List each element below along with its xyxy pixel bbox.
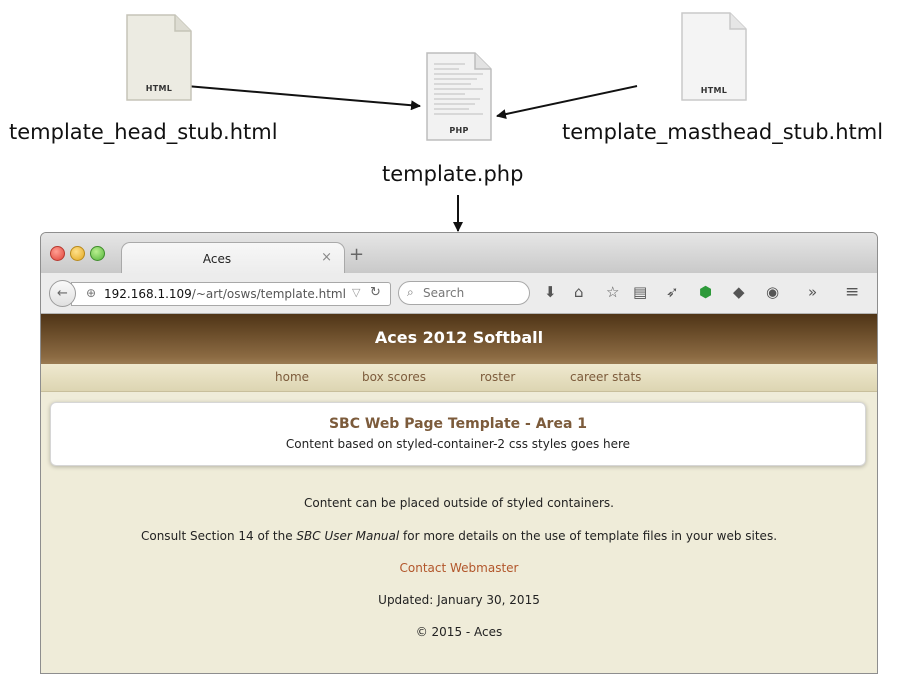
send-icon[interactable]: ➶ xyxy=(666,284,679,300)
tab-aces[interactable]: Aces × xyxy=(121,242,345,275)
reading-list-icon[interactable]: ▤ xyxy=(633,284,647,300)
extension-icon[interactable]: ⬢ xyxy=(699,284,712,300)
url-text: 192.168.1.109/~art/osws/template.html xyxy=(104,287,346,301)
globe-icon: ⊕ xyxy=(86,286,97,300)
download-icon[interactable]: ⬇ xyxy=(544,284,557,300)
styled-container: SBC Web Page Template - Area 1 Content b… xyxy=(50,402,866,466)
container-text: Content based on styled-container-2 css … xyxy=(285,437,631,451)
home-icon[interactable]: ⌂ xyxy=(574,284,584,300)
url-host: 192.168.1.109 xyxy=(104,287,192,301)
history-icon[interactable]: ◉ xyxy=(766,284,779,300)
back-arrow-icon[interactable]: ← xyxy=(49,280,76,307)
masthead-title: Aces 2012 Softball xyxy=(374,328,544,347)
arrow-masthead-to-php xyxy=(496,85,638,120)
search-icon: ⌕ xyxy=(407,285,414,299)
menu-link-box-scores[interactable]: box scores xyxy=(362,370,426,384)
arrow-head-to-php xyxy=(162,83,421,111)
nav-toolbar: ⊕ 192.168.1.109/~art/osws/template.html … xyxy=(41,273,877,314)
html-file-icon: HTML xyxy=(125,14,193,102)
content-line-1: Content can be placed outside of styled … xyxy=(303,496,614,510)
file-type-label: HTML xyxy=(145,84,173,93)
chevron-down-icon[interactable]: ▽ xyxy=(352,286,360,299)
menu-link-home[interactable]: home xyxy=(275,370,309,384)
close-window-button[interactable] xyxy=(50,246,65,261)
file-name-template-php: template.php xyxy=(382,162,524,186)
php-file-icon: PHP xyxy=(425,52,493,142)
manual-title: SBC User Manual xyxy=(296,529,400,543)
file-type-label: PHP xyxy=(449,126,469,135)
browser-window: Aces × + ⊕ 192.168.1.109/~art/osws/templ… xyxy=(40,232,878,674)
menu-icon[interactable]: ≡ xyxy=(845,284,859,301)
menu-link-career-stats[interactable]: career stats xyxy=(570,370,641,384)
updated-text: Updated: January 30, 2015 xyxy=(378,593,540,607)
minimize-window-button[interactable] xyxy=(70,246,85,261)
contact-webmaster-link[interactable]: Contact Webmaster xyxy=(41,561,877,575)
reload-icon[interactable]: ↻ xyxy=(370,285,381,300)
star-icon[interactable]: ☆ xyxy=(606,284,619,300)
tab-title: Aces xyxy=(202,252,232,266)
copyright-text: © 2015 - Aces xyxy=(415,625,503,639)
overflow-icon[interactable]: » xyxy=(808,284,817,300)
pocket-icon[interactable]: ◆ xyxy=(733,284,745,300)
content-line-2-pre: Consult Section 14 of the xyxy=(140,529,297,543)
file-type-label: HTML xyxy=(700,86,728,95)
container-title: SBC Web Page Template - Area 1 xyxy=(328,416,588,432)
file-name-masthead-stub: template_masthead_stub.html xyxy=(562,120,884,144)
site-menu: home box scores roster career stats xyxy=(41,364,877,392)
new-tab-button[interactable]: + xyxy=(349,244,364,265)
menu-link-roster[interactable]: roster xyxy=(480,370,515,384)
content-line-2: Consult Section 14 of the SBC User Manua… xyxy=(41,529,877,543)
zoom-window-button[interactable] xyxy=(90,246,105,261)
file-name-head-stub: template_head_stub.html xyxy=(9,120,278,144)
close-icon[interactable]: × xyxy=(321,250,332,265)
masthead: Aces 2012 Softball xyxy=(41,314,877,364)
title-bar: Aces × + xyxy=(41,233,877,275)
url-bar[interactable]: ⊕ 192.168.1.109/~art/osws/template.html … xyxy=(71,282,391,306)
search-input[interactable]: ⌕ Search xyxy=(398,281,530,305)
content-line-2-post: for more details on the use of template … xyxy=(399,529,778,543)
html-file-icon: HTML xyxy=(680,12,748,102)
search-placeholder: Search xyxy=(423,286,465,300)
url-path: /~art/osws/template.html xyxy=(191,287,346,301)
